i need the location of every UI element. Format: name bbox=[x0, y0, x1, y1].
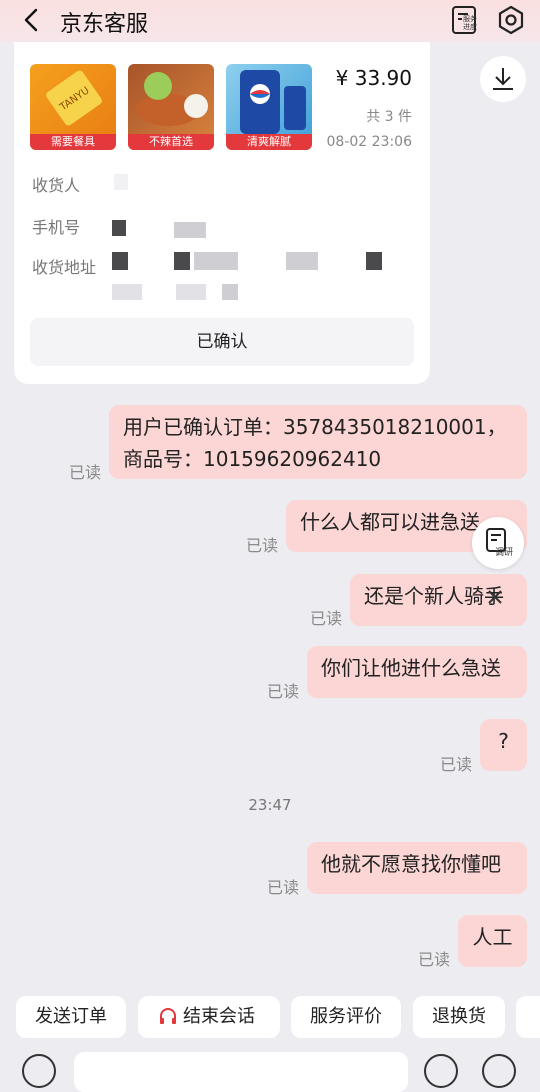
product-thumbnail[interactable]: 清爽解腻 bbox=[226, 64, 312, 150]
redacted-phone bbox=[112, 220, 126, 236]
survey-icon bbox=[486, 528, 506, 552]
order-price: ¥ 33.90 bbox=[335, 66, 412, 90]
product-tag: 不辣首选 bbox=[128, 134, 214, 150]
service-progress-button[interactable]: 服务 进度 bbox=[450, 4, 484, 38]
redacted-address bbox=[366, 252, 382, 270]
redacted-address bbox=[194, 252, 238, 270]
address-label: 收货地址 bbox=[32, 258, 97, 277]
more-quick-action[interactable] bbox=[516, 996, 540, 1038]
read-status: 已读 bbox=[310, 609, 343, 628]
phone-label: 手机号 bbox=[32, 218, 81, 237]
read-status: 已读 bbox=[440, 755, 473, 774]
food-image bbox=[136, 72, 208, 126]
end-chat-label: 结束会话 bbox=[183, 1006, 255, 1027]
item-count: 共 3 件 bbox=[366, 109, 412, 125]
close-icon[interactable] bbox=[484, 586, 506, 608]
send-order-button[interactable]: 发送订单 bbox=[16, 996, 126, 1038]
message-input[interactable] bbox=[74, 1052, 408, 1092]
download-icon bbox=[493, 68, 513, 90]
read-status: 已读 bbox=[418, 950, 451, 969]
product-thumbnail[interactable]: 不辣首选 bbox=[128, 64, 214, 150]
service-rating-button[interactable]: 服务评价 bbox=[291, 996, 401, 1038]
message-bubble[interactable]: 他就不愿意找你懂吧 bbox=[307, 842, 527, 894]
service-progress-label: 服务 进度 bbox=[463, 15, 477, 31]
redacted-address bbox=[112, 252, 128, 270]
redacted-address bbox=[176, 284, 206, 300]
order-card[interactable]: TANYU 需要餐具 不辣首选 清爽解腻 ¥ 33.90 共 3 件 08-02… bbox=[14, 42, 430, 384]
order-time: 08-02 23:06 bbox=[326, 134, 412, 150]
product-thumbnail[interactable]: TANYU 需要餐具 bbox=[30, 64, 116, 150]
redacted-receiver bbox=[114, 174, 128, 190]
header-bar: 京东客服 服务 进度 bbox=[0, 0, 540, 42]
emoji-button[interactable] bbox=[424, 1054, 458, 1088]
redacted-address bbox=[286, 252, 318, 270]
redacted-address bbox=[112, 284, 142, 300]
soda-can-image bbox=[240, 70, 306, 134]
end-chat-button[interactable]: 结束会话 bbox=[138, 996, 280, 1038]
chat-timestamp: 23:47 bbox=[248, 796, 292, 814]
read-status: 已读 bbox=[69, 463, 102, 482]
message-bubble[interactable]: 用户已确认订单：3578435018210001，商品号：10159620962… bbox=[109, 405, 527, 479]
message-bubble[interactable]: 你们让他进什么急送 bbox=[307, 646, 527, 698]
redacted-address bbox=[222, 284, 238, 300]
redacted-address bbox=[174, 252, 190, 270]
input-bar bbox=[0, 1050, 540, 1092]
redacted-phone bbox=[174, 222, 206, 238]
survey-button[interactable]: 调研 bbox=[472, 517, 524, 569]
receiver-label: 收货人 bbox=[32, 176, 81, 195]
read-status: 已读 bbox=[267, 682, 300, 701]
read-status: 已读 bbox=[267, 878, 300, 897]
voice-button[interactable] bbox=[22, 1054, 56, 1088]
plus-button[interactable] bbox=[482, 1054, 516, 1088]
back-arrow-icon[interactable] bbox=[18, 6, 46, 34]
page-title: 京东客服 bbox=[60, 12, 149, 37]
message-bubble[interactable]: 人工 bbox=[458, 915, 527, 967]
product-tag: 清爽解腻 bbox=[226, 134, 312, 150]
download-button[interactable] bbox=[480, 56, 526, 102]
survey-label: 调研 bbox=[495, 548, 514, 558]
headset-icon bbox=[160, 1008, 176, 1024]
confirmed-button[interactable]: 已确认 bbox=[30, 318, 414, 366]
return-exchange-button[interactable]: 退换货 bbox=[413, 996, 505, 1038]
product-tag: 需要餐具 bbox=[30, 134, 116, 150]
quick-action-bar: 发送订单 结束会话 服务评价 退换货 bbox=[0, 996, 540, 1038]
read-status: 已读 bbox=[246, 536, 279, 555]
cutlery-image: TANYU bbox=[46, 70, 102, 126]
settings-icon[interactable] bbox=[496, 5, 526, 35]
message-bubble[interactable]: ? bbox=[480, 719, 527, 771]
